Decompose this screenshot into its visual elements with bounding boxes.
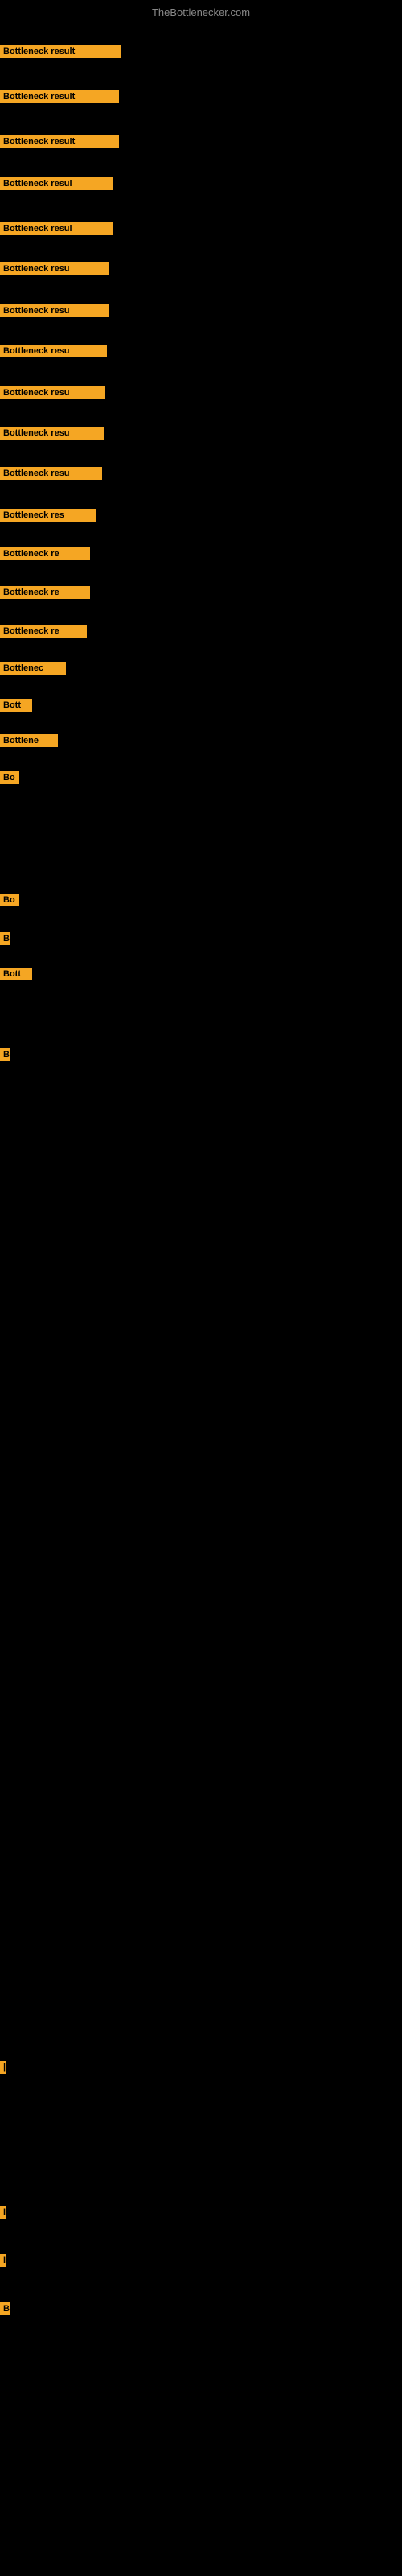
bottleneck-result-label: Bott: [0, 968, 32, 980]
bottleneck-result-label: Bottleneck resul: [0, 177, 113, 190]
bottleneck-result-label: I: [0, 2254, 6, 2267]
bottleneck-result-label: Bottleneck result: [0, 135, 119, 148]
bottleneck-result-label: Bottleneck resu: [0, 345, 107, 357]
bottleneck-result-label: Bottlenec: [0, 662, 66, 675]
bottleneck-result-label: Bottleneck resu: [0, 304, 109, 317]
bottleneck-result-label: Bottleneck resu: [0, 386, 105, 399]
bottleneck-result-label: B: [0, 932, 10, 945]
bottleneck-result-label: B: [0, 2302, 10, 2315]
bottleneck-result-label: Bottlene: [0, 734, 58, 747]
bottleneck-result-label: Bottleneck resu: [0, 262, 109, 275]
bottleneck-result-label: Bottleneck resu: [0, 427, 104, 440]
bottleneck-result-label: Bottleneck resul: [0, 222, 113, 235]
bottleneck-result-label: Bottleneck re: [0, 586, 90, 599]
bottleneck-result-label: Bottleneck result: [0, 90, 119, 103]
bottleneck-result-label: I: [0, 2206, 6, 2219]
bottleneck-result-label: Bottleneck re: [0, 547, 90, 560]
bottleneck-result-label: B: [0, 1048, 10, 1061]
bottleneck-result-label: Bottleneck re: [0, 625, 87, 638]
bottleneck-result-label: Bo: [0, 771, 19, 784]
bottleneck-result-label: Bottleneck res: [0, 509, 96, 522]
bottleneck-result-label: |: [0, 2061, 6, 2074]
bottleneck-result-label: Bott: [0, 699, 32, 712]
bottleneck-result-label: Bottleneck resu: [0, 467, 102, 480]
bottleneck-result-label: Bo: [0, 894, 19, 906]
site-title: TheBottlenecker.com: [0, 6, 402, 19]
bottleneck-result-label: Bottleneck result: [0, 45, 121, 58]
